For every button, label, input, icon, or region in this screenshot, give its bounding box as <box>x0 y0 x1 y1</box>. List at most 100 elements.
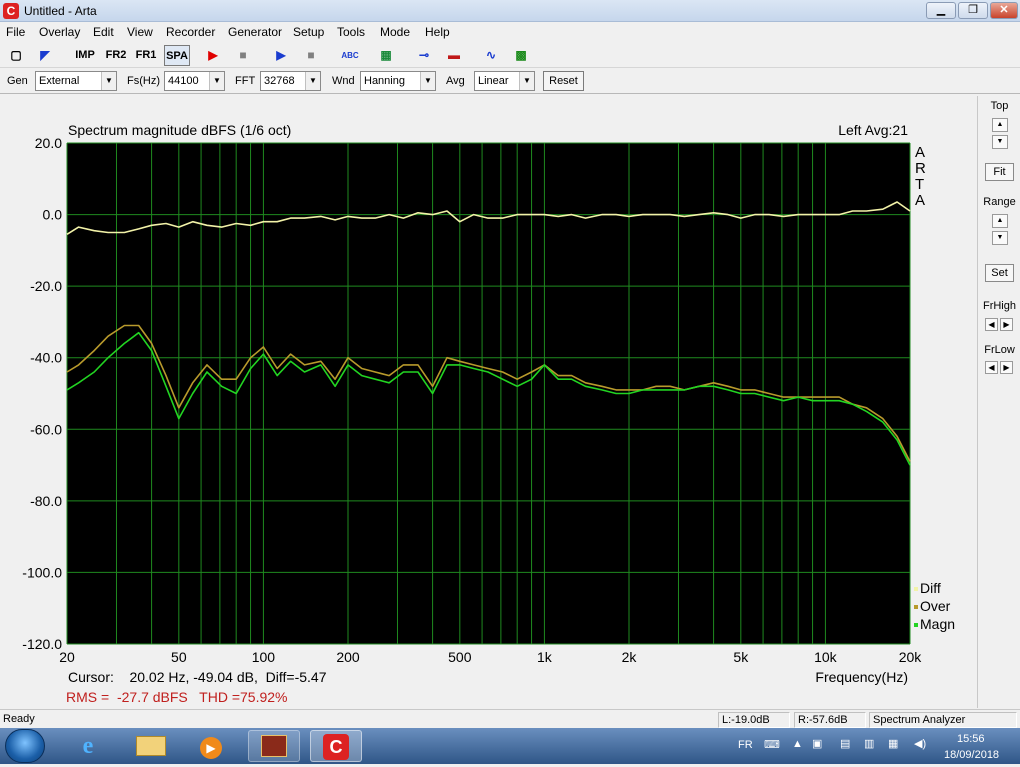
menu-recorder[interactable]: Recorder <box>166 25 215 39</box>
x-tick-label: 5k <box>733 649 749 665</box>
menu-view[interactable]: View <box>127 25 153 39</box>
system-tray: FR ⌨ ▲ ▣ ▤ ▥ ▦ ◀) 15:56 18/09/2018 <box>728 728 1020 764</box>
menu-setup[interactable]: Setup <box>293 25 324 39</box>
y-tick-label: -20.0 <box>30 278 62 294</box>
y-tick-label: 20.0 <box>35 135 62 151</box>
wave-icon[interactable]: ∿ <box>480 45 502 66</box>
right-control-panel: Top ▲ ▼ Fit Range ▲ ▼ Set FrHigh ◀ ▶ FrL… <box>977 96 1020 708</box>
open-icon[interactable]: ◤ <box>34 45 56 66</box>
menu-tools[interactable]: Tools <box>337 25 365 39</box>
set-button[interactable]: Set <box>985 264 1014 282</box>
top-up-button[interactable]: ▲ <box>992 118 1008 132</box>
show-hidden-icons-icon[interactable]: ▲ <box>792 738 803 750</box>
gen-select[interactable]: External ▼ <box>35 71 117 91</box>
fft-value: 32768 <box>264 75 295 87</box>
clock-date[interactable]: 18/09/2018 <box>944 749 999 761</box>
toolbar: ▢ ◤ IMP FR2 FR1 SPA ▶ ■ ▶ ■ ABC ▦ ⊸ ▬ ∿ … <box>0 43 1020 68</box>
menu-overlay[interactable]: Overlay <box>39 25 80 39</box>
clock-time[interactable]: 15:56 <box>957 733 985 745</box>
menu-file[interactable]: File <box>6 25 25 39</box>
chevron-down-icon: ▼ <box>305 72 320 90</box>
watermark-letter: T <box>915 176 924 193</box>
frhigh-left-button[interactable]: ◀ <box>985 318 998 331</box>
device-icon[interactable]: ▥ <box>864 737 874 750</box>
action-center-icon[interactable]: ▣ <box>812 737 822 750</box>
new-icon[interactable]: ▢ <box>5 45 27 66</box>
watermark-letter: R <box>915 160 926 177</box>
frlow-right-button[interactable]: ▶ <box>1000 361 1013 374</box>
abc-icon[interactable]: ABC <box>337 45 363 66</box>
menu-bar: File Overlay Edit View Recorder Generato… <box>0 22 1020 42</box>
tools-app-icon[interactable] <box>248 730 300 762</box>
spectrum-plot[interactable]: 20.0 0.0 -20.0 -40.0 -60.0 -80.0 -100.0 -120.0 … <box>0 96 976 708</box>
range-up-button[interactable]: ▲ <box>992 214 1008 228</box>
reset-button[interactable]: Reset <box>543 71 584 91</box>
chart-title: Spectrum magnitude dBFS (1/6 oct) <box>68 122 291 138</box>
fit-button[interactable]: Fit <box>985 163 1014 181</box>
minimize-button[interactable]: ▁ <box>926 2 956 19</box>
imp-button[interactable]: IMP <box>70 45 100 66</box>
keyboard-icon[interactable]: ⌨ <box>764 738 780 751</box>
monitor-icon[interactable]: ▦ <box>888 737 898 750</box>
frhigh-right-button[interactable]: ▶ <box>1000 318 1013 331</box>
frhigh-label: FrHigh <box>982 300 1016 312</box>
channel-average-label: Left Avg:21 <box>838 122 908 138</box>
x-tick-label: 2k <box>622 649 638 665</box>
spectrum-chart[interactable]: 20.00.0-20.0-40.0-60.0-80.0-100.0-120.0 … <box>0 96 976 708</box>
arta-taskbar-icon[interactable]: C <box>310 730 362 762</box>
range-down-button[interactable]: ▼ <box>992 231 1008 245</box>
play-icon[interactable]: ▶ <box>270 45 292 66</box>
stop-icon[interactable]: ■ <box>232 45 254 66</box>
language-indicator[interactable]: FR <box>738 739 753 751</box>
title-bar: C Untitled - Arta ▁ ❐ ✕ <box>0 0 1020 22</box>
fs-select[interactable]: 44100 ▼ <box>164 71 225 91</box>
close-button[interactable]: ✕ <box>990 2 1018 19</box>
frlow-label: FrLow <box>984 344 1015 356</box>
avg-select[interactable]: Linear ▼ <box>474 71 535 91</box>
frlow-left-button[interactable]: ◀ <box>985 361 998 374</box>
legend-item-magn: Magn <box>920 616 955 632</box>
chevron-down-icon: ▼ <box>519 72 534 90</box>
network-icon[interactable]: ▤ <box>840 737 850 750</box>
menu-mode[interactable]: Mode <box>380 25 410 39</box>
right-level-readout: R:-57.6dB <box>794 712 866 728</box>
fft-label: FFT <box>235 75 256 87</box>
y-tick-label: -60.0 <box>30 421 62 437</box>
start-button[interactable] <box>5 729 45 763</box>
fft-select[interactable]: 32768 ▼ <box>260 71 321 91</box>
x-tick-label: 1k <box>537 649 553 665</box>
menu-help[interactable]: Help <box>425 25 450 39</box>
file-explorer-icon[interactable] <box>125 730 177 762</box>
spa-button[interactable]: SPA <box>164 45 190 66</box>
fs-label: Fs(Hz) <box>127 75 160 87</box>
y-tick-label: 0.0 <box>43 207 63 223</box>
probe-icon[interactable]: ⊸ <box>413 45 435 66</box>
status-bar: Ready L:-19.0dB R:-57.6dB Spectrum Analy… <box>0 709 1020 728</box>
top-down-button[interactable]: ▼ <box>992 135 1008 149</box>
menu-edit[interactable]: Edit <box>93 25 114 39</box>
cursor-readout: Cursor: 20.02 Hz, -49.04 dB, Diff=-5.47 <box>68 669 327 685</box>
x-tick-label: 10k <box>814 649 838 665</box>
stop2-icon[interactable]: ■ <box>300 45 322 66</box>
pattern-icon[interactable]: ▦ <box>375 45 397 66</box>
x-tick-label: 50 <box>171 649 187 665</box>
legend-swatch <box>914 605 918 609</box>
fr1-button[interactable]: FR1 <box>133 45 159 66</box>
maximize-button[interactable]: ❐ <box>958 2 988 19</box>
record-icon[interactable]: ▶ <box>202 45 224 66</box>
fr2-button[interactable]: FR2 <box>103 45 129 66</box>
volume-icon[interactable]: ◀) <box>914 737 926 750</box>
media-player-icon[interactable]: ▶ <box>185 730 237 762</box>
x-tick-label: 100 <box>252 649 276 665</box>
fs-value: 44100 <box>168 75 199 87</box>
wnd-select[interactable]: Hanning ▼ <box>360 71 436 91</box>
legend-swatch <box>914 623 918 627</box>
scope-icon[interactable]: ▩ <box>510 45 532 66</box>
internet-explorer-icon[interactable]: e <box>62 730 114 762</box>
arta-app-icon[interactable]: C <box>3 3 19 19</box>
flag-icon[interactable]: ▬ <box>443 45 465 66</box>
frhigh-stepper: ◀ ▶ <box>985 318 1015 332</box>
x-axis-label: Frequency(Hz) <box>815 669 908 685</box>
menu-generator[interactable]: Generator <box>228 25 282 39</box>
y-tick-label: -100.0 <box>22 564 62 580</box>
